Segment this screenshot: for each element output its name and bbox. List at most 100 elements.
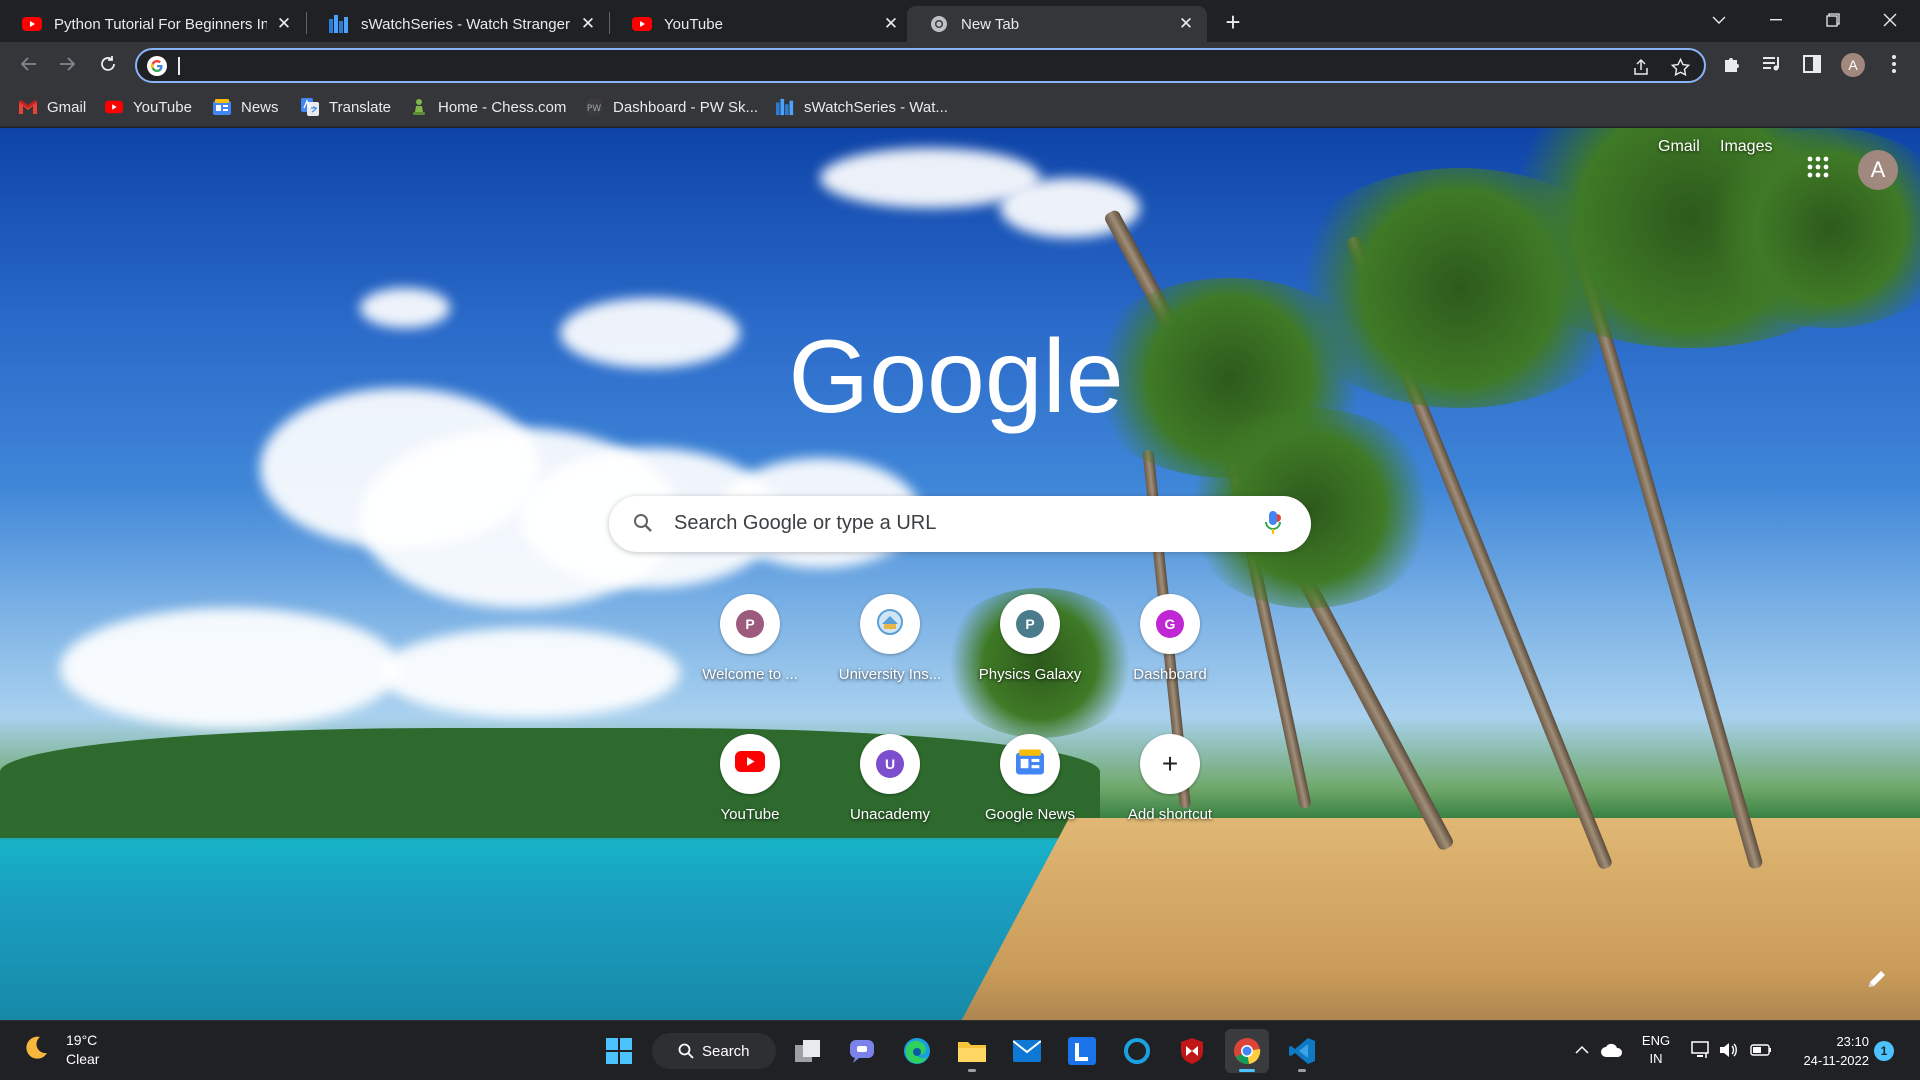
shortcut-tile: P bbox=[720, 594, 780, 654]
restore-icon[interactable] bbox=[1813, 4, 1853, 36]
teams-chat-icon[interactable] bbox=[840, 1029, 884, 1073]
tab-title: Python Tutorial For Beginners In bbox=[54, 15, 267, 33]
close-icon[interactable]: ✕ bbox=[1177, 14, 1195, 33]
tab-search-chevron-icon[interactable] bbox=[1699, 4, 1739, 36]
bookmark-youtube[interactable]: YouTube bbox=[105, 95, 192, 119]
account-avatar[interactable]: A bbox=[1858, 150, 1898, 190]
tab-new-tab[interactable]: New Tab ✕ bbox=[907, 6, 1207, 42]
volume-icon[interactable] bbox=[1718, 1039, 1740, 1061]
bookmark-gmail[interactable]: Gmail bbox=[19, 95, 86, 119]
gmail-link[interactable]: Gmail bbox=[1658, 138, 1700, 156]
bookmark-label: Gmail bbox=[47, 98, 87, 116]
new-tab-page: Gmail Images A Google Search Google or t… bbox=[0, 128, 1920, 1020]
shortcut-letter-icon: P bbox=[1016, 610, 1044, 638]
taskbar-search-label: Search bbox=[702, 1042, 750, 1060]
voice-search-microphone-icon[interactable] bbox=[1265, 510, 1285, 538]
side-panel-icon[interactable] bbox=[1798, 50, 1826, 78]
shortcut-university[interactable]: University Ins... bbox=[820, 590, 960, 710]
vscode-icon[interactable] bbox=[1280, 1029, 1324, 1073]
bookmark-label: Dashboard - PW Sk... bbox=[613, 98, 759, 116]
onedrive-cloud-icon[interactable] bbox=[1601, 1039, 1623, 1061]
shortcut-tile bbox=[720, 734, 780, 794]
network-icon[interactable] bbox=[1690, 1039, 1712, 1061]
text-caret bbox=[178, 57, 180, 75]
task-view-icon[interactable] bbox=[786, 1029, 830, 1073]
google-logo: Google bbox=[788, 320, 1123, 435]
input-language-indicator[interactable]: ENG IN bbox=[1639, 1032, 1673, 1068]
bookmark-chess[interactable]: Home - Chess.com bbox=[410, 95, 566, 119]
address-bar[interactable] bbox=[135, 48, 1706, 83]
chess-icon bbox=[410, 98, 428, 116]
shortcut-unacademy[interactable]: U Unacademy bbox=[820, 730, 960, 850]
forward-arrow-icon[interactable] bbox=[52, 48, 84, 80]
google-news-icon bbox=[213, 98, 231, 116]
bookmark-label: YouTube bbox=[133, 98, 192, 116]
shortcut-label: YouTube bbox=[720, 806, 780, 823]
customize-pencil-icon[interactable] bbox=[1866, 968, 1892, 994]
shortcut-youtube[interactable]: YouTube bbox=[680, 730, 820, 850]
extensions-puzzle-icon[interactable] bbox=[1718, 50, 1746, 78]
youtube-icon bbox=[632, 14, 652, 34]
l-app-icon[interactable] bbox=[1060, 1029, 1104, 1073]
bookmark-swatchseries[interactable]: sWatchSeries - Wat... bbox=[776, 95, 948, 119]
svg-text:PW: PW bbox=[587, 104, 601, 114]
close-icon[interactable]: ✕ bbox=[275, 14, 293, 33]
windows-taskbar: 19°C Clear Search ENG IN 23:10 24-11-202… bbox=[0, 1020, 1920, 1080]
tab-python-tutorial[interactable]: Python Tutorial For Beginners In ✕ bbox=[0, 6, 305, 42]
window-close-icon[interactable] bbox=[1870, 4, 1910, 36]
minimize-icon[interactable] bbox=[1756, 4, 1796, 36]
share-icon[interactable] bbox=[1630, 56, 1652, 78]
mcafee-icon[interactable] bbox=[1170, 1029, 1214, 1073]
shortcut-label: Welcome to ... bbox=[702, 666, 798, 683]
bookmark-translate[interactable]: Translate bbox=[301, 95, 391, 119]
profile-avatar[interactable]: A bbox=[1841, 53, 1865, 77]
battery-icon[interactable] bbox=[1750, 1039, 1772, 1061]
tab-youtube[interactable]: YouTube ✕ bbox=[610, 6, 912, 42]
close-icon[interactable]: ✕ bbox=[579, 14, 597, 33]
edge-browser-icon[interactable] bbox=[895, 1029, 939, 1073]
new-tab-button[interactable]: + bbox=[1218, 8, 1248, 38]
bookmarks-bar: Gmail YouTube News Translate Home - Ches… bbox=[0, 87, 1920, 127]
notification-badge[interactable]: 1 bbox=[1874, 1041, 1894, 1061]
taskbar-search-button[interactable]: Search bbox=[652, 1033, 776, 1069]
shortcut-label: Add shortcut bbox=[1127, 806, 1213, 823]
search-icon bbox=[633, 513, 655, 535]
images-link[interactable]: Images bbox=[1720, 138, 1772, 156]
shortcut-label: Physics Galaxy bbox=[978, 666, 1082, 683]
file-explorer-icon[interactable] bbox=[950, 1029, 994, 1073]
back-arrow-icon[interactable] bbox=[12, 48, 44, 80]
weather-widget[interactable]: 19°C Clear bbox=[22, 1031, 99, 1069]
close-icon[interactable]: ✕ bbox=[882, 14, 900, 33]
svg-text:Google: Google bbox=[788, 320, 1123, 435]
windows-start-icon[interactable] bbox=[597, 1029, 641, 1073]
add-shortcut-button[interactable]: + Add shortcut bbox=[1100, 730, 1240, 850]
tab-swatchseries[interactable]: sWatchSeries - Watch Stranger Th ✕ bbox=[307, 6, 609, 42]
shortcut-physics-galaxy[interactable]: P Physics Galaxy bbox=[960, 590, 1100, 710]
search-placeholder: Search Google or type a URL bbox=[674, 512, 937, 534]
reload-icon[interactable] bbox=[92, 48, 124, 80]
bookmark-label: Home - Chess.com bbox=[438, 98, 567, 116]
media-queue-icon[interactable] bbox=[1758, 50, 1786, 78]
shortcut-label: Dashboard bbox=[1133, 666, 1207, 683]
cortana-icon[interactable] bbox=[1115, 1029, 1159, 1073]
shortcut-google-news[interactable]: Google News bbox=[960, 730, 1100, 850]
search-box[interactable]: Search Google or type a URL bbox=[609, 496, 1311, 552]
tray-overflow-chevron-icon[interactable] bbox=[1571, 1039, 1593, 1061]
google-apps-grid-icon[interactable] bbox=[1807, 156, 1831, 180]
moon-icon bbox=[22, 1034, 50, 1067]
kebab-menu-icon[interactable] bbox=[1880, 50, 1908, 78]
search-icon bbox=[678, 1043, 694, 1059]
shortcut-label: Google News bbox=[984, 806, 1076, 823]
system-clock[interactable]: 23:10 24-11-2022 bbox=[1789, 1032, 1869, 1070]
shortcut-dashboard[interactable]: G Dashboard bbox=[1100, 590, 1240, 710]
mail-icon[interactable] bbox=[1005, 1029, 1049, 1073]
shortcut-letter-icon: G bbox=[1156, 610, 1184, 638]
swatchseries-icon bbox=[329, 14, 349, 34]
bookmark-news[interactable]: News bbox=[213, 95, 279, 119]
bookmark-star-icon[interactable] bbox=[1669, 56, 1691, 78]
chrome-taskbar-icon[interactable] bbox=[1225, 1029, 1269, 1073]
bookmark-pw-skills[interactable]: PW Dashboard - PW Sk... bbox=[585, 95, 758, 119]
shortcut-tile: U bbox=[860, 734, 920, 794]
tab-title: New Tab bbox=[961, 15, 1020, 33]
shortcut-welcome[interactable]: P Welcome to ... bbox=[680, 590, 820, 710]
